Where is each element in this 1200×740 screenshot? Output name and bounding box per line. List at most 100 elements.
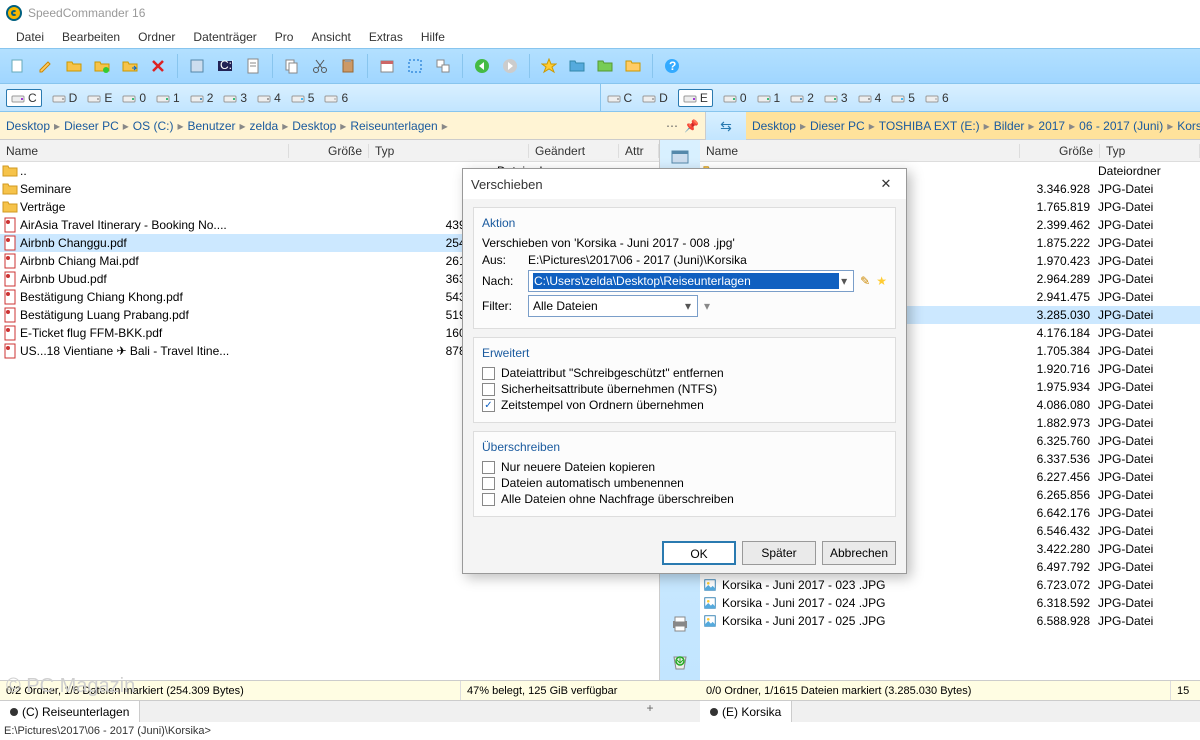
menu-pro[interactable]: Pro — [267, 28, 302, 46]
tool-move-folder-icon[interactable] — [118, 54, 142, 78]
drive-6[interactable]: 6 — [925, 91, 949, 105]
tab-right[interactable]: (E) Korsika — [700, 701, 792, 722]
tool-copy-folder-icon[interactable] — [90, 54, 114, 78]
swap-panels-icon[interactable]: ⇆ — [720, 118, 732, 135]
breadcrumb-left[interactable]: Desktop▸Dieser PC▸OS (C:)▸Benutzer▸zelda… — [0, 112, 660, 139]
ok-button[interactable]: OK — [662, 541, 736, 565]
tool-paste-icon[interactable] — [336, 54, 360, 78]
drive-D[interactable]: D — [52, 91, 78, 105]
drive-0[interactable]: 0 — [723, 91, 747, 105]
drive-C[interactable]: C — [607, 91, 633, 105]
chk-newer[interactable]: Nur neuere Dateien kopieren — [482, 460, 887, 474]
drive-1[interactable]: 1 — [156, 91, 180, 105]
menu-datenträger[interactable]: Datenträger — [185, 28, 264, 46]
crumb[interactable]: Dieser PC — [64, 119, 119, 133]
crumb[interactable]: Desktop — [752, 119, 796, 133]
bc-tool-dots-icon[interactable]: ⋯ — [666, 119, 678, 133]
chk-ntfs[interactable]: Sicherheitsattribute übernehmen (NTFS) — [482, 382, 887, 396]
crumb[interactable]: Bilder — [994, 119, 1025, 133]
col-mod[interactable]: Geändert — [529, 144, 619, 158]
menu-bearbeiten[interactable]: Bearbeiten — [54, 28, 128, 46]
tool-edit-icon[interactable] — [34, 54, 58, 78]
star-icon[interactable]: ★ — [876, 274, 887, 288]
file-row[interactable]: Korsika - Juni 2017 - 024 .JPG6.318.592J… — [700, 594, 1200, 612]
drive-3[interactable]: 3 — [223, 91, 247, 105]
col-type-r[interactable]: Typ — [1100, 144, 1200, 158]
tab-left[interactable]: (C) Reiseunterlagen — [0, 701, 140, 722]
breadcrumb-right[interactable]: Desktop▸Dieser PC▸TOSHIBA EXT (E:)▸Bilde… — [746, 112, 1200, 139]
crumb[interactable]: zelda — [250, 119, 279, 133]
drive-2[interactable]: 2 — [190, 91, 214, 105]
tab-add-icon[interactable]: + — [640, 701, 660, 722]
drive-E[interactable]: E — [678, 89, 713, 107]
chk-rename[interactable]: Dateien automatisch umbenennen — [482, 476, 887, 490]
tool-recent-icon[interactable] — [621, 54, 645, 78]
tool-help-icon[interactable]: ? — [660, 54, 684, 78]
tool-fwd-icon[interactable] — [498, 54, 522, 78]
crumb[interactable]: Desktop — [6, 119, 50, 133]
chevron-down-icon[interactable]: ▾ — [839, 274, 849, 288]
crumb[interactable]: Reiseunterlagen — [350, 119, 437, 133]
tool-open-icon[interactable] — [62, 54, 86, 78]
col-type[interactable]: Typ — [369, 144, 529, 158]
cancel-button[interactable]: Abbrechen — [822, 541, 896, 565]
col-size[interactable]: Größe — [289, 144, 369, 158]
crumb[interactable]: Benutzer — [187, 119, 235, 133]
bc-tool-pin-icon[interactable]: 📌 — [684, 119, 699, 133]
tool-select-icon[interactable] — [403, 54, 427, 78]
tool-copy-icon[interactable] — [280, 54, 304, 78]
crumb[interactable]: Desktop — [292, 119, 336, 133]
menu-datei[interactable]: Datei — [8, 28, 52, 46]
col-name[interactable]: Name — [0, 144, 289, 158]
drive-3[interactable]: 3 — [824, 91, 848, 105]
mid-print-icon[interactable] — [670, 614, 690, 637]
menu-ansicht[interactable]: Ansicht — [303, 28, 358, 46]
menu-hilfe[interactable]: Hilfe — [413, 28, 453, 46]
mid-recycle-icon[interactable] — [670, 651, 690, 674]
menu-extras[interactable]: Extras — [361, 28, 411, 46]
drive-D[interactable]: D — [642, 91, 668, 105]
drive-6[interactable]: 6 — [324, 91, 348, 105]
close-icon[interactable]: ✕ — [874, 172, 898, 196]
crumb[interactable]: 06 - 2017 (Juni) — [1079, 119, 1163, 133]
col-attr[interactable]: Attr — [619, 144, 659, 158]
drive-4[interactable]: 4 — [858, 91, 882, 105]
filter-input[interactable]: ▾ — [528, 295, 698, 317]
crumb[interactable]: OS (C:) — [133, 119, 174, 133]
edit-icon[interactable]: ✎ — [860, 274, 870, 288]
tool-cut-icon[interactable] — [308, 54, 332, 78]
drive-C[interactable]: C — [6, 89, 42, 107]
col-name-r[interactable]: Name — [700, 144, 1020, 158]
tool-find-icon[interactable] — [431, 54, 455, 78]
tool-addfav-icon[interactable] — [565, 54, 589, 78]
tool-refresh-icon[interactable] — [185, 54, 209, 78]
chk-readonly[interactable]: Dateiattribut "Schreibgeschützt" entfern… — [482, 366, 887, 380]
drive-2[interactable]: 2 — [790, 91, 814, 105]
crumb[interactable]: Korsika — [1177, 119, 1200, 133]
tool-fav-icon[interactable] — [537, 54, 561, 78]
crumb[interactable]: Dieser PC — [810, 119, 865, 133]
tool-history-icon[interactable] — [593, 54, 617, 78]
drive-5[interactable]: 5 — [291, 91, 315, 105]
drive-4[interactable]: 4 — [257, 91, 281, 105]
tool-terminal-icon[interactable]: C:\ — [213, 54, 237, 78]
path-prompt[interactable]: E:\Pictures\2017\06 - 2017 (Juni)\Korsik… — [0, 722, 1200, 740]
tool-sheet-icon[interactable] — [241, 54, 265, 78]
drive-1[interactable]: 1 — [757, 91, 781, 105]
col-size-r[interactable]: Größe — [1020, 144, 1100, 158]
chevron-down-icon[interactable]: ▾ — [683, 299, 693, 313]
tool-new-icon[interactable] — [6, 54, 30, 78]
later-button[interactable]: Später — [742, 541, 816, 565]
crumb[interactable]: TOSHIBA EXT (E:) — [879, 119, 980, 133]
drive-E[interactable]: E — [87, 91, 112, 105]
drive-0[interactable]: 0 — [122, 91, 146, 105]
filter-icon[interactable]: ▾ — [704, 299, 710, 313]
chk-timestamp[interactable]: ✓Zeitstempel von Ordnern übernehmen — [482, 398, 887, 412]
drive-5[interactable]: 5 — [891, 91, 915, 105]
chk-noask[interactable]: Alle Dateien ohne Nachfrage überschreibe… — [482, 492, 887, 506]
tool-back-icon[interactable] — [470, 54, 494, 78]
menu-ordner[interactable]: Ordner — [130, 28, 183, 46]
crumb[interactable]: 2017 — [1038, 119, 1065, 133]
file-row[interactable]: Korsika - Juni 2017 - 023 .JPG6.723.072J… — [700, 576, 1200, 594]
tool-delete-icon[interactable] — [146, 54, 170, 78]
